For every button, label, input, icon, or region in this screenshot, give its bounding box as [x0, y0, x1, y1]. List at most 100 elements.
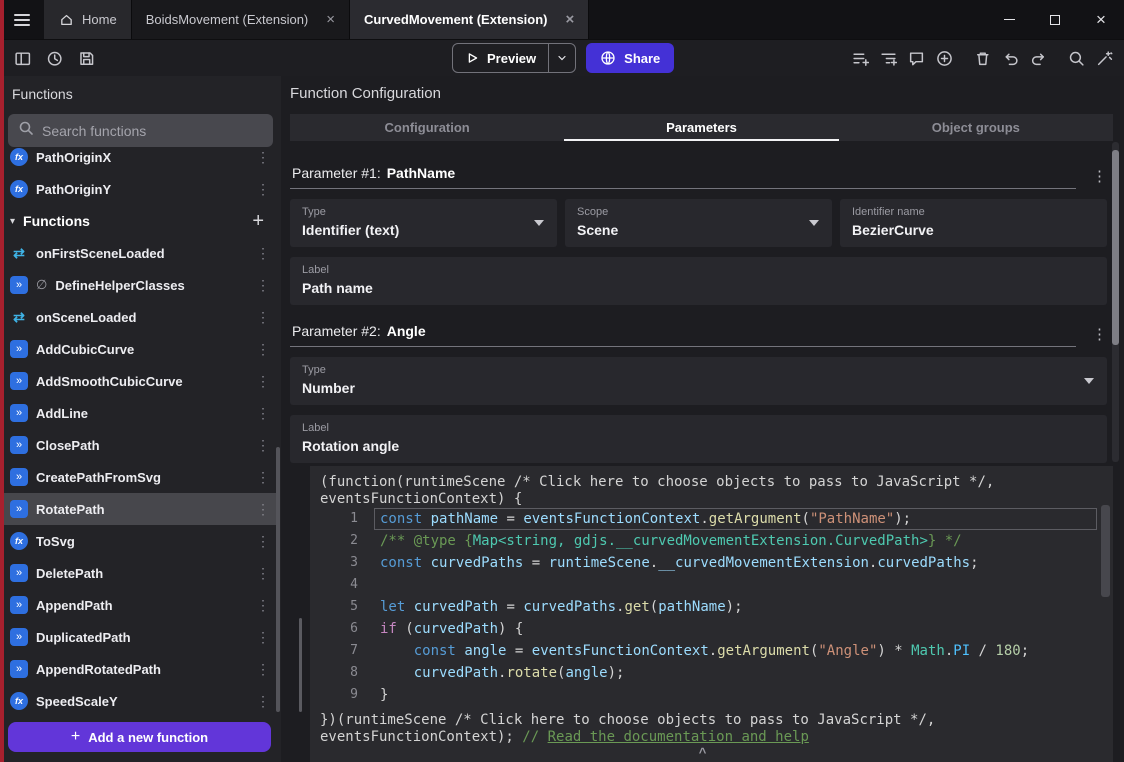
add-event-icon[interactable] [848, 46, 872, 70]
tab-object-groups[interactable]: Object groups [839, 114, 1113, 141]
gdevelop-window: Home BoidsMovement (Extension)×CurvedMov… [0, 0, 1124, 762]
sidebar-item-onsceneloaded[interactable]: ⇄onSceneLoaded⋮ [0, 301, 276, 333]
param1-type-select[interactable]: TypeIdentifier (text) [290, 199, 557, 247]
param1-identifier-name-input[interactable]: Identifier nameBezierCurve [840, 199, 1107, 247]
item-menu-icon[interactable]: ⋮ [256, 245, 268, 262]
item-menu-icon[interactable]: ⋮ [256, 181, 268, 198]
chevron-down-icon[interactable]: ▾ [10, 216, 15, 227]
item-menu-icon[interactable]: ⋮ [256, 309, 268, 326]
item-menu-icon[interactable]: ⋮ [256, 661, 268, 678]
sidebar-item-onfirstsceneloaded[interactable]: ⇄onFirstSceneLoaded⋮ [0, 237, 276, 269]
preview-button[interactable]: Preview [453, 44, 548, 72]
preview-options-button[interactable] [549, 44, 575, 72]
settings-wand-icon[interactable] [1092, 46, 1116, 70]
add-function-button[interactable]: + Add a new function [8, 722, 271, 752]
parameter-name[interactable]: PathName [387, 165, 455, 181]
code-token: const [380, 511, 422, 527]
line-number: 9 [310, 684, 372, 706]
tab-close-icon[interactable]: × [566, 12, 575, 27]
item-menu-icon[interactable]: ⋮ [256, 149, 268, 166]
sidebar-item-addsmoothcubiccurve[interactable]: »AddSmoothCubicCurve⋮ [0, 365, 276, 397]
sidebar-item-duplicatedpath[interactable]: »DuplicatedPath⋮ [0, 621, 276, 653]
sidebar-item-closepath[interactable]: »ClosePath⋮ [0, 429, 276, 461]
param2-label-input[interactable]: LabelRotation angle [290, 415, 1107, 463]
sidebar-item-addline[interactable]: »AddLine⋮ [0, 397, 276, 429]
sidebar-item-pathoriginx[interactable]: fxPathOriginX⋮ [0, 147, 276, 173]
code-line[interactable]: 1const pathName = eventsFunctionContext.… [310, 508, 1113, 530]
item-menu-icon[interactable]: ⋮ [256, 405, 268, 422]
parameter-menu-icon[interactable]: ⋮ [1092, 325, 1107, 343]
code-line[interactable]: 9} [310, 684, 1113, 706]
toolbar-icon-group [970, 46, 1050, 70]
redo-icon[interactable] [1026, 46, 1050, 70]
add-comment-icon[interactable] [904, 46, 928, 70]
parameter-title-prefix: Parameter #2: [292, 323, 381, 339]
param1-label-input[interactable]: LabelPath name [290, 257, 1107, 305]
share-button[interactable]: Share [586, 43, 674, 73]
code-line[interactable]: 7 const angle = eventsFunctionContext.ge… [310, 640, 1113, 662]
sidebar-item-tosvg[interactable]: fxToSvg⋮ [0, 525, 276, 557]
maximize-button[interactable] [1032, 0, 1078, 39]
window-edge-accent [0, 0, 4, 762]
code-line[interactable]: 2/** @type {Map<string, gdjs.__curvedMov… [310, 530, 1113, 552]
code-line[interactable]: 3const curvedPaths = runtimeScene.__curv… [310, 552, 1113, 574]
code-line[interactable]: 5let curvedPath = curvedPaths.get(pathNa… [310, 596, 1113, 618]
item-menu-icon[interactable]: ⋮ [256, 277, 268, 294]
parameter-menu-icon[interactable]: ⋮ [1092, 167, 1107, 185]
code-scrollbar-thumb[interactable] [1101, 505, 1110, 597]
project-manager-icon[interactable] [10, 46, 34, 70]
code-editor[interactable]: (function(runtimeScene /* Click here to … [310, 466, 1113, 762]
close-button[interactable]: × [1078, 0, 1124, 39]
code-token [422, 555, 430, 571]
param1-scope-select[interactable]: ScopeScene [565, 199, 832, 247]
sidebar-item-speedscaley[interactable]: fxSpeedScaleY⋮ [0, 685, 276, 714]
panel-scrollbar-thumb[interactable] [1112, 150, 1119, 345]
code-line[interactable]: 4 [310, 574, 1113, 596]
item-menu-icon[interactable]: ⋮ [256, 437, 268, 454]
tab-boidsmovement-extension[interactable]: BoidsMovement (Extension)× [132, 0, 350, 39]
sidebar-item-createpathfromsvg[interactable]: »CreatePathFromSvg⋮ [0, 461, 276, 493]
search-icon[interactable] [1064, 46, 1088, 70]
item-menu-icon[interactable]: ⋮ [256, 693, 268, 710]
delete-icon[interactable] [970, 46, 994, 70]
tab-configuration[interactable]: Configuration [290, 114, 564, 141]
item-menu-icon[interactable]: ⋮ [256, 629, 268, 646]
menu-icon[interactable] [0, 0, 44, 39]
search-input[interactable]: Search functions [8, 114, 273, 147]
sidebar-item-appendpath[interactable]: »AppendPath⋮ [0, 589, 276, 621]
sidebar-item-pathoriginy[interactable]: fxPathOriginY⋮ [0, 173, 276, 205]
item-menu-icon[interactable]: ⋮ [256, 501, 268, 518]
undo-icon[interactable] [998, 46, 1022, 70]
code-token: / [970, 643, 995, 659]
tab-close-icon[interactable]: × [326, 12, 335, 27]
sidebar-item-rotatepath[interactable]: »RotatePath⋮ [0, 493, 276, 525]
tab-parameters[interactable]: Parameters [564, 114, 838, 141]
code-line[interactable]: 8 curvedPath.rotate(angle); [310, 662, 1113, 684]
save-icon[interactable] [74, 46, 98, 70]
tab-home[interactable]: Home [44, 0, 132, 39]
param2-type-select[interactable]: TypeNumber [290, 357, 1107, 405]
sidebar-scrollbar-thumb[interactable] [276, 447, 280, 712]
item-menu-icon[interactable]: ⋮ [256, 597, 268, 614]
item-menu-icon[interactable]: ⋮ [256, 373, 268, 390]
vertical-drag-handle[interactable] [299, 618, 302, 712]
parameter-name[interactable]: Angle [387, 323, 426, 339]
sidebar-item-definehelperclasses[interactable]: »∅DefineHelperClasses⋮ [0, 269, 276, 301]
sidebar-item-addcubiccurve[interactable]: »AddCubicCurve⋮ [0, 333, 276, 365]
add-other-events-icon[interactable] [932, 46, 956, 70]
item-menu-icon[interactable]: ⋮ [256, 533, 268, 550]
sidebar-item-appendrotatedpath[interactable]: »AppendRotatedPath⋮ [0, 653, 276, 685]
code-line[interactable]: 6if (curvedPath) { [310, 618, 1113, 640]
item-menu-icon[interactable]: ⋮ [256, 341, 268, 358]
sidebar-item-deletepath[interactable]: »DeletePath⋮ [0, 557, 276, 589]
minimize-button[interactable] [986, 0, 1032, 39]
function-name: AddLine [36, 406, 248, 421]
add-subevent-icon[interactable] [876, 46, 900, 70]
item-menu-icon[interactable]: ⋮ [256, 469, 268, 486]
history-icon[interactable] [42, 46, 66, 70]
scroll-down-indicator[interactable]: ^ [699, 745, 707, 760]
item-menu-icon[interactable]: ⋮ [256, 565, 268, 582]
add-function-icon[interactable]: + [252, 211, 264, 231]
tab-curvedmovement-extension[interactable]: CurvedMovement (Extension)× [350, 0, 589, 39]
documentation-link[interactable]: Read the documentation and help [548, 729, 809, 745]
